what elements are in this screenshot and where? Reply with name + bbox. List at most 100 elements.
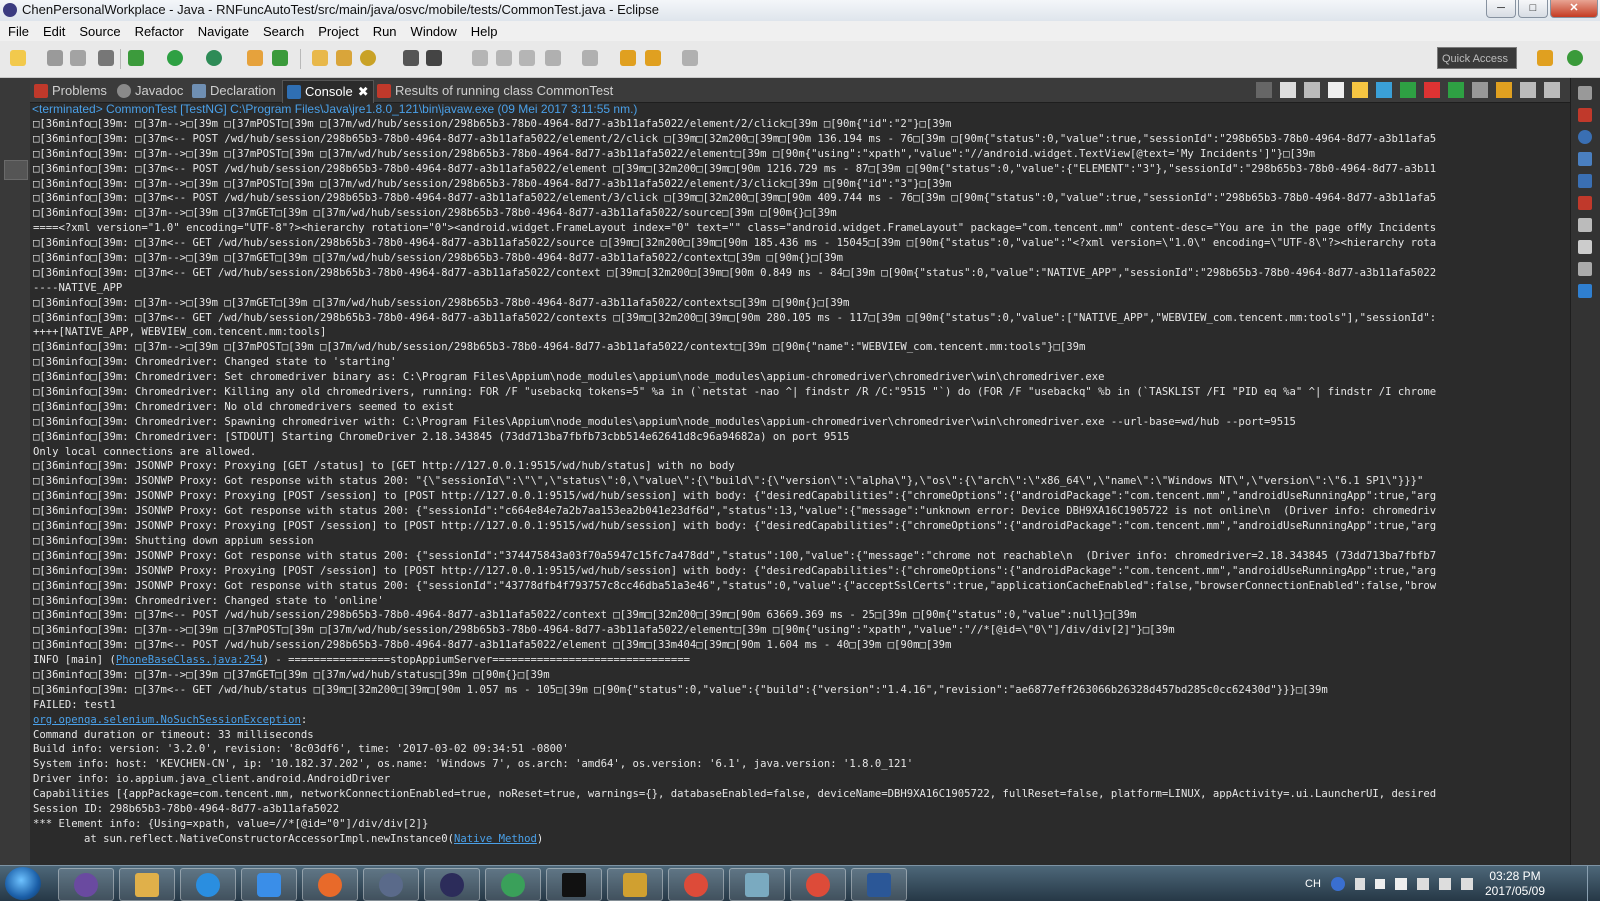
remove-all-launches-icon[interactable]: [1304, 82, 1320, 98]
word-wrap-icon[interactable]: [1376, 82, 1392, 98]
tab-declaration[interactable]: Declaration: [192, 80, 276, 102]
open-folder-icon[interactable]: [336, 50, 352, 66]
task-app2[interactable]: [363, 868, 419, 901]
source-link[interactable]: org.openqa.selenium.NoSuchSessionExcepti…: [33, 714, 301, 726]
annotation-icon[interactable]: [403, 50, 419, 66]
new-java-project-icon[interactable]: [247, 50, 263, 66]
console-output[interactable]: □[36minfo□[39m: □[37m-->□[39m □[37mPOST□…: [30, 117, 1570, 865]
menu-edit[interactable]: Edit: [37, 24, 71, 39]
junit-icon[interactable]: [1578, 196, 1592, 210]
task-cmd[interactable]: [546, 868, 602, 901]
new-icon[interactable]: [10, 50, 26, 66]
task-chrome2[interactable]: [790, 868, 846, 901]
menu-source[interactable]: Source: [73, 24, 126, 39]
close-tab-icon[interactable]: ✖: [358, 81, 369, 103]
volume-icon[interactable]: [1460, 878, 1473, 890]
tab-console[interactable]: Console ✖: [282, 80, 374, 103]
menu-navigate[interactable]: Navigate: [192, 24, 255, 39]
show-desktop-button[interactable]: [1587, 866, 1600, 901]
coverage-icon[interactable]: [206, 50, 222, 66]
menu-run[interactable]: Run: [367, 24, 403, 39]
tab-test-results[interactable]: Results of running class CommonTest: [377, 80, 613, 102]
scroll-lock-icon[interactable]: [1352, 82, 1368, 98]
open-type-icon[interactable]: [312, 50, 328, 66]
console-text: ): [536, 832, 544, 845]
back-icon[interactable]: [645, 50, 661, 66]
show-hidden-icon[interactable]: [1374, 879, 1385, 889]
restore-view-icon[interactable]: [1578, 218, 1592, 232]
refresh-icon[interactable]: [272, 50, 288, 66]
open-console-icon[interactable]: [1496, 82, 1512, 98]
menu-help[interactable]: Help: [465, 24, 504, 39]
remove-launch-icon[interactable]: [1280, 82, 1296, 98]
skip-breakpoints-icon[interactable]: [98, 50, 114, 66]
show-on-output-icon[interactable]: [1400, 82, 1416, 98]
save-all-icon[interactable]: [70, 50, 86, 66]
search-icon[interactable]: [360, 50, 376, 66]
clear-console-icon[interactable]: [1328, 82, 1344, 98]
task-app[interactable]: [241, 868, 297, 901]
ime-icon[interactable]: [1354, 878, 1365, 890]
task-app3[interactable]: [485, 868, 541, 901]
menu-project[interactable]: Project: [312, 24, 364, 39]
error-log-icon[interactable]: [1578, 108, 1592, 122]
menu-file[interactable]: File: [2, 24, 35, 39]
console-icon: [287, 85, 301, 99]
tasks-icon[interactable]: [1578, 174, 1592, 188]
pen-icon[interactable]: [426, 50, 442, 66]
run-icon[interactable]: [167, 50, 183, 66]
last-edit-icon[interactable]: [620, 50, 636, 66]
source-link[interactable]: Native Method: [454, 833, 537, 845]
network-icon[interactable]: [1438, 878, 1451, 890]
prev-annotation-icon[interactable]: [582, 50, 598, 66]
language-indicator[interactable]: CH: [1305, 878, 1321, 890]
terminate-icon[interactable]: [1256, 82, 1272, 98]
forward-icon[interactable]: [682, 50, 698, 66]
start-button[interactable]: [5, 867, 41, 900]
block-selection-icon[interactable]: [496, 50, 512, 66]
toggle-word-wrap-icon[interactable]: [472, 50, 488, 66]
save-icon[interactable]: [47, 50, 63, 66]
open-perspective-icon[interactable]: [1537, 50, 1553, 66]
quick-access-input[interactable]: Quick Access: [1437, 47, 1517, 69]
next-annotation-icon[interactable]: [545, 50, 561, 66]
task-app4[interactable]: [607, 868, 663, 901]
restore-icon[interactable]: [1578, 86, 1592, 100]
close-button[interactable]: ✕: [1550, 0, 1598, 18]
bookmarks-icon[interactable]: [1578, 240, 1592, 254]
task-app5[interactable]: [729, 868, 785, 901]
task-ie[interactable]: [180, 868, 236, 901]
task-explorer[interactable]: [119, 868, 175, 901]
minimized-view-icon[interactable]: [4, 160, 28, 180]
maximize-button[interactable]: □: [1518, 0, 1548, 18]
show-on-error-icon[interactable]: [1424, 82, 1440, 98]
task-word[interactable]: [851, 868, 907, 901]
pin-console-icon[interactable]: [1448, 82, 1464, 98]
tab-javadoc[interactable]: Javadoc: [117, 80, 183, 102]
source-link[interactable]: PhoneBaseClass.java:254: [116, 654, 263, 666]
menu-window[interactable]: Window: [405, 24, 463, 39]
maximize-view-icon[interactable]: [1544, 82, 1560, 98]
minimize-button[interactable]: ─: [1486, 0, 1516, 18]
show-whitespace-icon[interactable]: [519, 50, 535, 66]
power-icon[interactable]: [1416, 878, 1429, 890]
task-eclipse[interactable]: [424, 868, 480, 901]
debug-icon[interactable]: [128, 50, 144, 66]
help-icon[interactable]: [1330, 877, 1345, 891]
java-perspective-icon[interactable]: [1567, 50, 1583, 66]
help-icon[interactable]: [1578, 130, 1592, 144]
outline-icon[interactable]: [1578, 152, 1592, 166]
minimize-view-icon[interactable]: [1520, 82, 1536, 98]
task-qq[interactable]: [58, 868, 114, 901]
task-firefox[interactable]: [302, 868, 358, 901]
tab-problems[interactable]: Problems: [34, 80, 107, 102]
task-chrome[interactable]: [668, 868, 724, 901]
flag-icon[interactable]: [1394, 878, 1407, 890]
menu-search[interactable]: Search: [257, 24, 310, 39]
eclipse-icon: [3, 3, 17, 17]
display-console-icon[interactable]: [1472, 82, 1488, 98]
menu-refactor[interactable]: Refactor: [129, 24, 190, 39]
search-view-icon[interactable]: [1578, 262, 1592, 276]
clock[interactable]: 03:28 PM 2017/05/09: [1480, 869, 1550, 899]
hierarchy-icon[interactable]: [1578, 284, 1592, 298]
